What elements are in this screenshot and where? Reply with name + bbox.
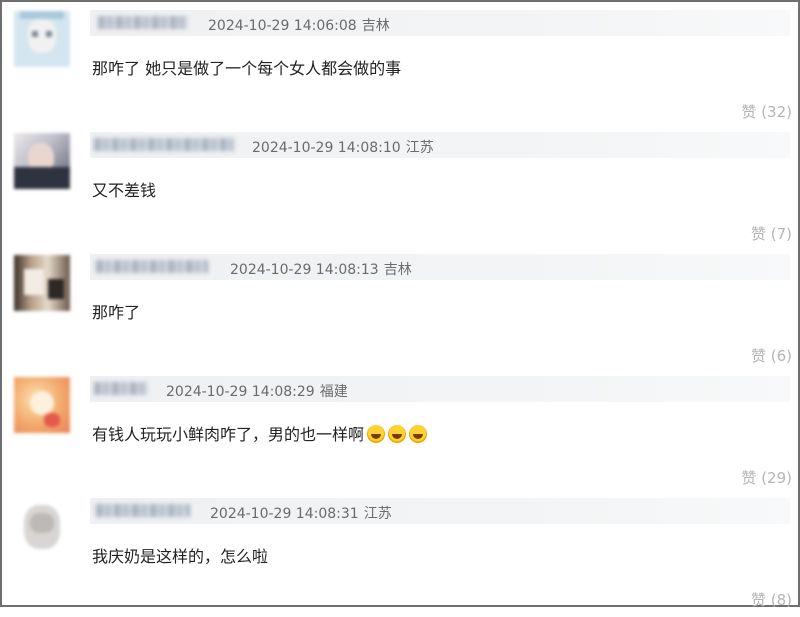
like-button[interactable]: 赞 (6) bbox=[751, 345, 792, 366]
avatar[interactable] bbox=[14, 255, 70, 311]
avatar[interactable] bbox=[14, 11, 70, 67]
comment-location: 江苏 bbox=[405, 140, 434, 156]
like-label: 赞 bbox=[750, 347, 766, 365]
comment-list: 2024-10-29 14:06:08 吉林 那咋了 她只是做了一个每个女人都会做… bbox=[0, 0, 800, 609]
comment-item: 2024-10-29 14:08:31 江苏 我庆奶是这样的，怎么啦 赞 (8) bbox=[2, 495, 798, 617]
comment-timestamp: 2024-10-29 14:06:08 bbox=[208, 18, 357, 34]
comment-meta-bar: 2024-10-29 14:06:08 吉林 bbox=[90, 10, 790, 36]
comment-text: 有钱人玩玩小鲜肉咋了，男的也一样啊 bbox=[92, 421, 428, 445]
like-button[interactable]: 赞 (32) bbox=[741, 101, 792, 122]
avatar[interactable] bbox=[14, 499, 70, 555]
rolling-on-floor-laughing-icon bbox=[409, 425, 428, 443]
comment-item: 2024-10-29 14:08:10 江苏 又不差钱 赞 (7) bbox=[2, 129, 798, 251]
comment-timestamp: 2024-10-29 14:08:31 bbox=[210, 506, 359, 522]
comment-meta: 2024-10-29 14:06:08 吉林 bbox=[208, 15, 390, 35]
comment-text-content: 有钱人玩玩小鲜肉咋了，男的也一样啊 bbox=[92, 425, 365, 444]
username[interactable] bbox=[94, 382, 148, 395]
rolling-on-floor-laughing-icon bbox=[388, 425, 407, 443]
comment-timestamp: 2024-10-29 14:08:10 bbox=[252, 140, 401, 156]
like-label: 赞 bbox=[741, 469, 757, 487]
like-count: (32) bbox=[761, 103, 792, 121]
comment-meta-bar: 2024-10-29 14:08:31 江苏 bbox=[90, 498, 790, 524]
username[interactable] bbox=[94, 138, 234, 151]
like-label: 赞 bbox=[741, 103, 757, 121]
like-count: (7) bbox=[770, 225, 792, 243]
avatar[interactable] bbox=[14, 133, 70, 189]
comment-item: 2024-10-29 14:08:13 吉林 那咋了 赞 (6) bbox=[2, 251, 798, 373]
like-button[interactable]: 赞 (29) bbox=[741, 467, 792, 488]
comment-meta-bar: 2024-10-29 14:08:29 福建 bbox=[90, 376, 790, 402]
comment-meta: 2024-10-29 14:08:10 江苏 bbox=[252, 137, 434, 157]
like-button[interactable]: 赞 (7) bbox=[751, 223, 792, 244]
like-label: 赞 bbox=[750, 225, 766, 243]
comment-text: 又不差钱 bbox=[92, 181, 157, 200]
comment-location: 吉林 bbox=[383, 262, 412, 278]
avatar[interactable] bbox=[14, 377, 70, 433]
comment-location: 吉林 bbox=[361, 18, 390, 34]
like-count: (8) bbox=[770, 591, 792, 609]
comment-location: 江苏 bbox=[363, 506, 392, 522]
username[interactable] bbox=[98, 16, 188, 29]
comment-item: 2024-10-29 14:08:29 福建 有钱人玩玩小鲜肉咋了，男的也一样啊 … bbox=[2, 373, 798, 495]
rolling-on-floor-laughing-icon bbox=[367, 425, 386, 443]
username[interactable] bbox=[96, 260, 208, 273]
comment-text: 我庆奶是这样的，怎么啦 bbox=[92, 547, 269, 566]
comment-item: 2024-10-29 14:06:08 吉林 那咋了 她只是做了一个每个女人都会做… bbox=[2, 7, 798, 129]
comment-meta: 2024-10-29 14:08:13 吉林 bbox=[230, 259, 412, 279]
comment-timestamp: 2024-10-29 14:08:13 bbox=[230, 262, 379, 278]
comment-location: 福建 bbox=[319, 384, 348, 400]
like-count: (29) bbox=[761, 469, 792, 487]
comment-meta: 2024-10-29 14:08:31 江苏 bbox=[210, 503, 392, 523]
comment-text: 那咋了 她只是做了一个每个女人都会做的事 bbox=[92, 59, 402, 78]
like-label: 赞 bbox=[750, 591, 766, 609]
comment-meta-bar: 2024-10-29 14:08:13 吉林 bbox=[90, 254, 790, 280]
comment-timestamp: 2024-10-29 14:08:29 bbox=[166, 384, 315, 400]
username[interactable] bbox=[96, 504, 190, 517]
comment-meta: 2024-10-29 14:08:29 福建 bbox=[166, 381, 348, 401]
comment-text: 那咋了 bbox=[92, 303, 141, 322]
comment-meta-bar: 2024-10-29 14:08:10 江苏 bbox=[90, 132, 790, 158]
like-count: (6) bbox=[770, 347, 792, 365]
